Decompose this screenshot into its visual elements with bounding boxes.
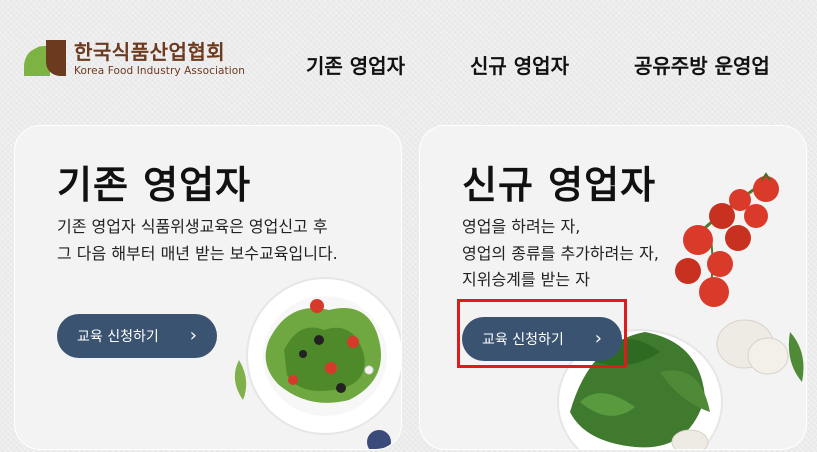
card-description-line: 그 다음 해부터 매년 받는 보수교육입니다.	[57, 243, 338, 263]
card-description-line: 지위승계를 받는 자	[462, 270, 590, 289]
card-description-line: 기존 영업자 식품위생교육은 영업신고 후	[57, 217, 328, 236]
logo-mark-icon	[24, 40, 68, 78]
apply-button-label: 교육 신청하기	[77, 329, 159, 345]
logo-name-en: Korea Food Industry Association	[74, 64, 246, 77]
card-description: 영업을 하려는 자, 영업의 종류를 추가하려는 자, 지위승계를 받는 자	[462, 214, 659, 294]
logo-text: 한국식품산업협회 Korea Food Industry Association	[74, 42, 245, 77]
site-header: 한국식품산업협회 Korea Food Industry Association…	[0, 0, 817, 110]
nav-shared-kitchen[interactable]: 공유주방 운영업	[634, 50, 770, 79]
card-title: 기존 영업자	[57, 163, 252, 207]
card-existing-business: 기존 영업자 기존 영업자 식품위생교육은 영업신고 후 그 다음 해부터 매년…	[14, 125, 402, 450]
card-description: 기존 영업자 식품위생교육은 영업신고 후 그 다음 해부터 매년 받는 보수교…	[57, 214, 338, 267]
nav-existing-business[interactable]: 기존 영업자	[306, 50, 405, 79]
logo-name-ko: 한국식품산업협회	[74, 39, 226, 64]
card-title: 신규 영업자	[462, 163, 657, 207]
site-logo[interactable]: 한국식품산업협회 Korea Food Industry Association	[24, 40, 245, 78]
salad-bowl-image	[234, 277, 401, 449]
card-description-line: 영업을 하려는 자,	[462, 217, 581, 236]
chevron-right-icon: ›	[189, 325, 197, 346]
tomato-vine-image	[675, 172, 779, 307]
highlight-box	[457, 299, 627, 368]
apply-education-button[interactable]: 교육 신청하기 ›	[57, 314, 217, 358]
card-new-business: 신규 영업자 영업을 하려는 자, 영업의 종류를 추가하려는 자, 지위승계를…	[419, 125, 807, 450]
card-description-line: 영업의 종류를 추가하려는 자,	[462, 243, 659, 263]
nav-new-business[interactable]: 신규 영업자	[470, 50, 569, 79]
